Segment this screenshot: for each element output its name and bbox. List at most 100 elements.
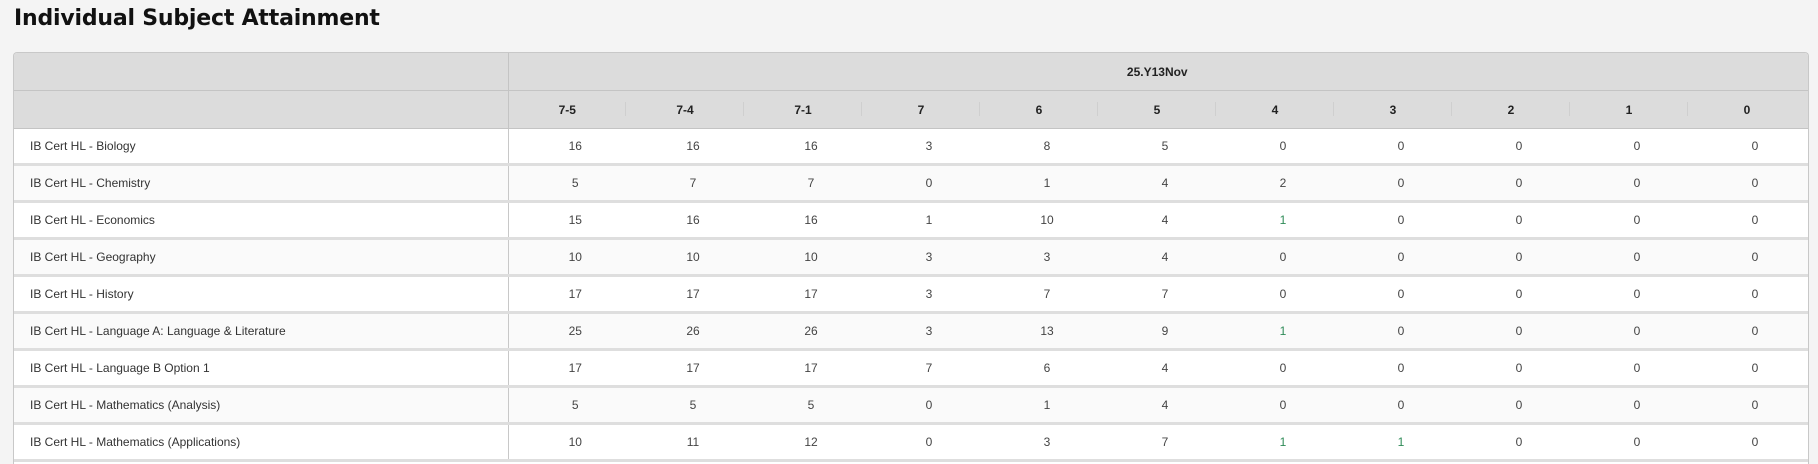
- grade-count-value: 3: [925, 324, 933, 338]
- grade-count-value: 0: [1515, 435, 1523, 449]
- grade-count-cell: 7: [744, 164, 862, 203]
- grade-count-value: 0: [1515, 250, 1523, 264]
- grade-count-cell: 10: [508, 423, 626, 462]
- grade-count-cell: 1: [1216, 201, 1334, 240]
- grade-count-cell: 10: [980, 201, 1098, 240]
- table-row[interactable]: IB Cert HL - Mathematics (Applications) 1…: [14, 423, 1808, 462]
- grade-column-label: 4: [1271, 102, 1279, 117]
- grade-count-cell: 3: [980, 238, 1098, 277]
- grade-count-cell: 2: [1216, 164, 1334, 203]
- grade-count-value: 0: [1515, 139, 1523, 153]
- grade-count-cell: 15: [508, 201, 626, 240]
- grade-count-value: 7: [807, 176, 815, 190]
- grade-count-cell: 0: [1688, 275, 1807, 314]
- grade-count-value: 0: [1515, 287, 1523, 301]
- grade-column-header[interactable]: 2: [1452, 90, 1570, 129]
- grade-column-label: 7-1: [794, 102, 812, 117]
- grade-column-header[interactable]: 1: [1570, 90, 1688, 129]
- grade-count-value: 26: [686, 324, 700, 338]
- grade-count-value: 0: [1397, 324, 1405, 338]
- grade-count-value: 4: [1161, 250, 1169, 264]
- table-row[interactable]: IB Cert HL - Economics 15 16 16 1 10 4 1 0 0 0 0: [14, 201, 1808, 240]
- grade-count-value: 13: [1040, 324, 1054, 338]
- grade-count-value: 5: [689, 398, 697, 412]
- grade-count-cell: 3: [862, 128, 980, 166]
- grade-count-value: 0: [1397, 398, 1405, 412]
- grade-column-header[interactable]: 5: [1098, 90, 1216, 129]
- table-row[interactable]: IB Cert HL - Biology 16 16 16 3 8 5 0 0 0 0 0: [14, 128, 1808, 166]
- row-gap: [1806, 423, 1808, 462]
- grade-count-value: 1: [1279, 213, 1287, 227]
- subject-name-cell: IB Cert HL - Mathematics (Analysis): [14, 386, 509, 425]
- grade-count-value: 0: [1279, 361, 1287, 375]
- grade-column-header[interactable]: 7-4: [626, 90, 744, 129]
- grade-count-value: 3: [1043, 250, 1051, 264]
- grade-count-value: 0: [1633, 435, 1641, 449]
- grade-count-value: 0: [1751, 213, 1759, 227]
- grade-count-cell: 17: [744, 349, 862, 388]
- grade-count-cell: 4: [1098, 386, 1216, 425]
- grade-count-cell: 16: [626, 128, 744, 166]
- grade-count-value: 0: [925, 398, 933, 412]
- grade-count-value: 0: [1397, 176, 1405, 190]
- subject-name-cell: IB Cert HL - History: [14, 275, 509, 314]
- grade-count-cell: 10: [744, 238, 862, 277]
- grade-count-value: 3: [925, 287, 933, 301]
- grade-count-cell: 10: [626, 238, 744, 277]
- subject-name-cell: IB Cert HL - Mathematics (Applications): [14, 423, 509, 462]
- grade-count-cell: 0: [1452, 275, 1570, 314]
- group-header-row: 25.Y13Nov: [14, 53, 1808, 91]
- grade-column-header[interactable]: 7: [862, 90, 980, 129]
- grade-count-value: 0: [1633, 139, 1641, 153]
- grade-count-cell: 0: [1688, 312, 1807, 351]
- grade-count-value: 0: [1279, 250, 1287, 264]
- grade-count-cell: 4: [1098, 238, 1216, 277]
- grade-count-value: 0: [1397, 250, 1405, 264]
- grade-count-value: 0: [1751, 287, 1759, 301]
- table-row[interactable]: IB Cert HL - History 17 17 17 3 7 7 0 0 0 0 0: [14, 275, 1808, 314]
- grade-count-cell: 7: [862, 349, 980, 388]
- grade-count-value: 17: [804, 361, 818, 375]
- grade-count-cell: 0: [1334, 164, 1452, 203]
- grade-count-cell: 8: [980, 128, 1098, 166]
- grade-column-header[interactable]: 3: [1334, 90, 1452, 129]
- grade-count-cell: 4: [1098, 349, 1216, 388]
- grade-count-value: 3: [925, 139, 933, 153]
- grade-count-cell: 4: [1098, 164, 1216, 203]
- grade-count-value: 9: [1161, 324, 1169, 338]
- grade-count-cell: 0: [862, 423, 980, 462]
- grade-count-cell: 1: [1216, 423, 1334, 462]
- grade-count-value: 17: [686, 287, 700, 301]
- grade-count-value: 8: [1043, 139, 1051, 153]
- grade-count-value: 1: [1043, 398, 1051, 412]
- table-body: IB Cert HL - Biology 16 16 16 3 8 5 0 0 0 0 0 IB Cer…: [14, 128, 1808, 462]
- grade-count-cell: 26: [626, 312, 744, 351]
- grade-count-cell: 16: [508, 128, 626, 166]
- table-row[interactable]: IB Cert HL - Geography 10 10 10 3 3 4 0 0 0 0 0: [14, 238, 1808, 277]
- grade-count-cell: 5: [508, 164, 626, 203]
- table-row[interactable]: IB Cert HL - Chemistry 5 7 7 0 1 4 2 0 0 0 0: [14, 164, 1808, 203]
- grade-column-header[interactable]: 7-5: [508, 90, 626, 129]
- grade-count-cell: 0: [1334, 128, 1452, 166]
- table-row[interactable]: IB Cert HL - Language B Option 1 17 17 17 7 6…: [14, 349, 1808, 388]
- subject-column-header: [14, 53, 509, 91]
- grade-count-cell: 0: [1216, 349, 1334, 388]
- grade-count-value: 7: [1043, 287, 1051, 301]
- grade-count-value: 7: [1161, 435, 1169, 449]
- grade-count-value: 0: [1633, 213, 1641, 227]
- grade-count-value: 7: [925, 361, 933, 375]
- grade-count-value: 0: [1633, 398, 1641, 412]
- grade-count-cell: 10: [508, 238, 626, 277]
- grade-column-header[interactable]: 4: [1216, 90, 1334, 129]
- grade-count-cell: 0: [1570, 164, 1688, 203]
- grade-count-cell: 0: [1570, 275, 1688, 314]
- grade-column-label: 1: [1625, 102, 1633, 117]
- grade-column-header[interactable]: 7-1: [744, 90, 862, 129]
- grade-count-value: 0: [1397, 139, 1405, 153]
- grade-column-header[interactable]: 6: [980, 90, 1098, 129]
- grade-count-cell: 6: [980, 349, 1098, 388]
- grade-column-header[interactable]: 0: [1688, 90, 1807, 129]
- table-row[interactable]: IB Cert HL - Language A: Language & Lite…: [14, 312, 1808, 351]
- subject-name-cell: IB Cert HL - Chemistry: [14, 164, 509, 203]
- table-row[interactable]: IB Cert HL - Mathematics (Analysis) 5 5 5 0 1…: [14, 386, 1808, 425]
